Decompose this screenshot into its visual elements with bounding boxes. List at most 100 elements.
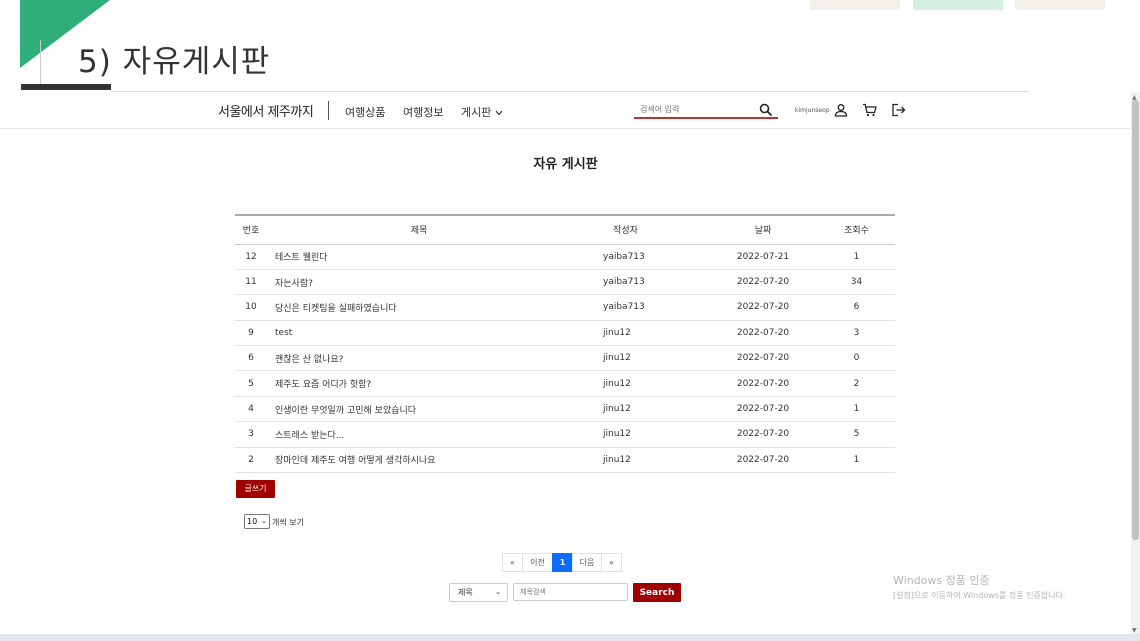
row-date: 2022-07-20 (688, 269, 818, 296)
scroll-up-arrow-icon[interactable]: ▲ (1132, 94, 1137, 101)
search-button[interactable]: Search (633, 583, 681, 602)
row-author: jinu12 (563, 447, 688, 474)
row-views: 1 (818, 244, 895, 270)
row-date: 2022-07-20 (688, 447, 818, 474)
row-date: 2022-07-20 (688, 345, 818, 372)
row-title-link[interactable]: 스트레스 받는다... (267, 421, 563, 448)
chevron-down-icon: ⌄ (495, 588, 501, 596)
row-number: 12 (235, 244, 267, 270)
site-logo[interactable]: 서울에서 제주까지 (218, 101, 314, 120)
table-row[interactable]: 12 테스트 웰린다 yaiba713 2022-07-21 1 (235, 244, 895, 270)
scrollbar-thumb[interactable] (1132, 100, 1139, 540)
decor-block (810, 0, 900, 10)
search-field-select[interactable]: 제목 ⌄ (449, 583, 508, 602)
table-row[interactable]: 5 제주도 요즘 어디가 핫함? jinu12 2022-07-20 2 (235, 370, 895, 397)
page-last-button[interactable]: » (601, 553, 622, 572)
row-author: yaiba713 (563, 269, 688, 296)
row-title-link[interactable]: 테스트 웰린다 (267, 244, 563, 270)
page-first-button[interactable]: « (502, 553, 523, 572)
row-views: 1 (818, 447, 895, 474)
page-next-button[interactable]: 다음 (572, 553, 602, 572)
row-date: 2022-07-20 (688, 370, 818, 397)
table-row[interactable]: 4 인생이란 무엇일까 고민해 보았습니다 jinu12 2022-07-20 … (235, 396, 895, 423)
row-number: 2 (235, 447, 267, 474)
table-row[interactable]: 6 괜찮은 산 없나요? jinu12 2022-07-20 0 (235, 345, 895, 372)
keyword-search-input[interactable] (513, 583, 628, 601)
row-number: 4 (235, 396, 267, 423)
nav-item-board[interactable]: 게시판 (461, 104, 503, 120)
row-author: jinu12 (563, 421, 688, 448)
watermark-line-2: [설정]으로 이동하여 Windows를 정품 인증합니다. (893, 591, 1066, 600)
decor-line (40, 40, 41, 90)
search-input[interactable] (640, 102, 750, 116)
row-title-link[interactable]: 자는사람? (267, 269, 563, 296)
table-header-row: 번호 제목 작성자 날짜 조회수 (235, 214, 895, 245)
scroll-down-arrow-icon[interactable]: ▼ (1132, 627, 1137, 634)
column-header-number: 번호 (235, 214, 267, 245)
cart-icon[interactable] (862, 102, 877, 117)
user-icon[interactable] (834, 102, 848, 117)
row-author: yaiba713 (563, 244, 688, 270)
table-row[interactable]: 10 당신은 티켓팅을 실패하였습니다 yaiba713 2022-07-20 … (235, 294, 895, 321)
row-date: 2022-07-20 (688, 396, 818, 423)
logout-icon[interactable] (891, 102, 906, 117)
bottom-band (0, 634, 1140, 641)
chevron-down-icon (495, 106, 503, 119)
per-page-select[interactable]: 10 ⌄ (244, 514, 270, 529)
pagination: « 이전 1 다음 » (502, 553, 622, 572)
column-header-views: 조회수 (818, 214, 895, 245)
slide-title: 5) 자유게시판 (78, 44, 271, 80)
row-title-link[interactable]: 인생이란 무엇일까 고민해 보았습니다 (267, 396, 563, 423)
row-number: 11 (235, 269, 267, 296)
search-icon[interactable] (759, 102, 773, 117)
write-post-button[interactable]: 글쓰기 (236, 480, 275, 498)
row-date: 2022-07-20 (688, 294, 818, 321)
table-row[interactable]: 2 장마인데 제주도 여행 어떻게 생각하시나요 jinu12 2022-07-… (235, 447, 895, 474)
username[interactable]: kimjunseop (795, 107, 830, 114)
row-title-link[interactable]: 장마인데 제주도 여행 어떻게 생각하시나요 (267, 447, 563, 474)
row-views: 3 (818, 320, 895, 347)
row-views: 0 (818, 345, 895, 372)
site-header: 서울에서 제주까지 여행상품 여행정보 게시판 kimjunseop (0, 92, 1131, 129)
board-table: 번호 제목 작성자 날짜 조회수 12 테스트 웰린다 yaiba713 202… (235, 214, 895, 474)
row-number: 3 (235, 421, 267, 448)
search-field-value: 제목 (458, 588, 473, 597)
table-row[interactable]: 3 스트레스 받는다... jinu12 2022-07-20 5 (235, 421, 895, 448)
page-number-current[interactable]: 1 (552, 553, 573, 572)
row-title-link[interactable]: test (267, 320, 563, 347)
browser-viewport: 서울에서 제주까지 여행상품 여행정보 게시판 kimjunseop (0, 92, 1131, 636)
row-views: 34 (818, 269, 895, 296)
row-number: 5 (235, 370, 267, 397)
decor-block (913, 0, 1003, 10)
row-views: 6 (818, 294, 895, 321)
row-author: jinu12 (563, 370, 688, 397)
column-header-title: 제목 (267, 214, 563, 245)
row-number: 6 (235, 345, 267, 372)
row-number: 9 (235, 320, 267, 347)
page-prev-button[interactable]: 이전 (522, 553, 553, 572)
nav-item-info[interactable]: 여행정보 (403, 104, 443, 120)
row-title-link[interactable]: 괜찮은 산 없나요? (267, 345, 563, 372)
table-row[interactable]: 11 자는사람? yaiba713 2022-07-20 34 (235, 269, 895, 296)
title-underline-bar (21, 84, 111, 90)
row-title-link[interactable]: 제주도 요즘 어디가 핫함? (267, 370, 563, 397)
logo-divider (328, 101, 329, 120)
chevron-down-icon: ⌄ (261, 517, 267, 525)
board-title: 자유 게시판 (533, 157, 598, 172)
nav-item-products[interactable]: 여행상품 (345, 104, 385, 120)
watermark-line-1: Windows 정품 인증 (893, 574, 990, 587)
row-title-link[interactable]: 당신은 티켓팅을 실패하였습니다 (267, 294, 563, 321)
windows-activation-watermark: Windows 정품 인증 [설정]으로 이동하여 Windows를 정품 인증… (893, 572, 1065, 601)
table-row[interactable]: 9 test jinu12 2022-07-20 3 (235, 320, 895, 347)
row-author: jinu12 (563, 396, 688, 423)
presentation-slide: 5) 자유게시판 서울에서 제주까지 여행상품 여행정보 게시판 kimjuns… (0, 0, 1140, 641)
row-author: jinu12 (563, 345, 688, 372)
row-number: 10 (235, 294, 267, 321)
nav-item-board-label: 게시판 (461, 106, 492, 119)
per-page-label: 개씩 보기 (272, 518, 304, 527)
per-page-value: 10 (247, 517, 258, 526)
row-views: 5 (818, 421, 895, 448)
row-author: yaiba713 (563, 294, 688, 321)
row-date: 2022-07-21 (688, 244, 818, 270)
column-header-date: 날짜 (688, 214, 818, 245)
